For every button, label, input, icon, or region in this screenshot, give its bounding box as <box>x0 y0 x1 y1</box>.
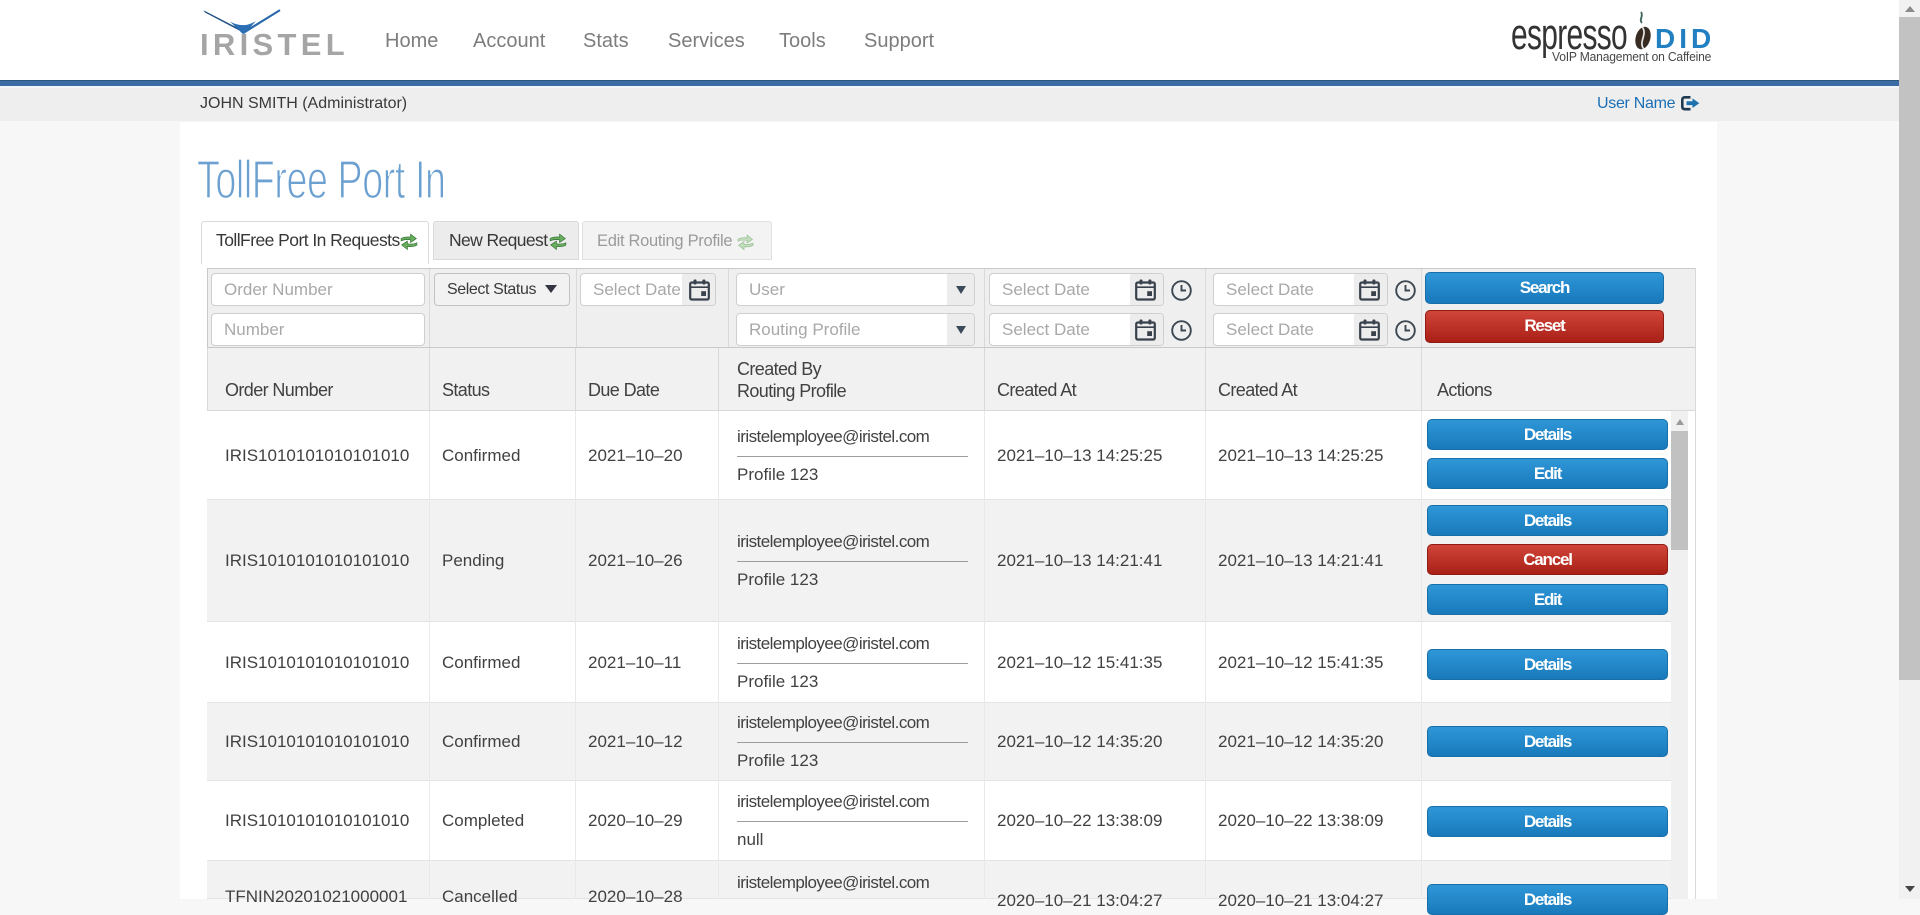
svg-text:IRISTEL: IRISTEL <box>200 27 349 58</box>
